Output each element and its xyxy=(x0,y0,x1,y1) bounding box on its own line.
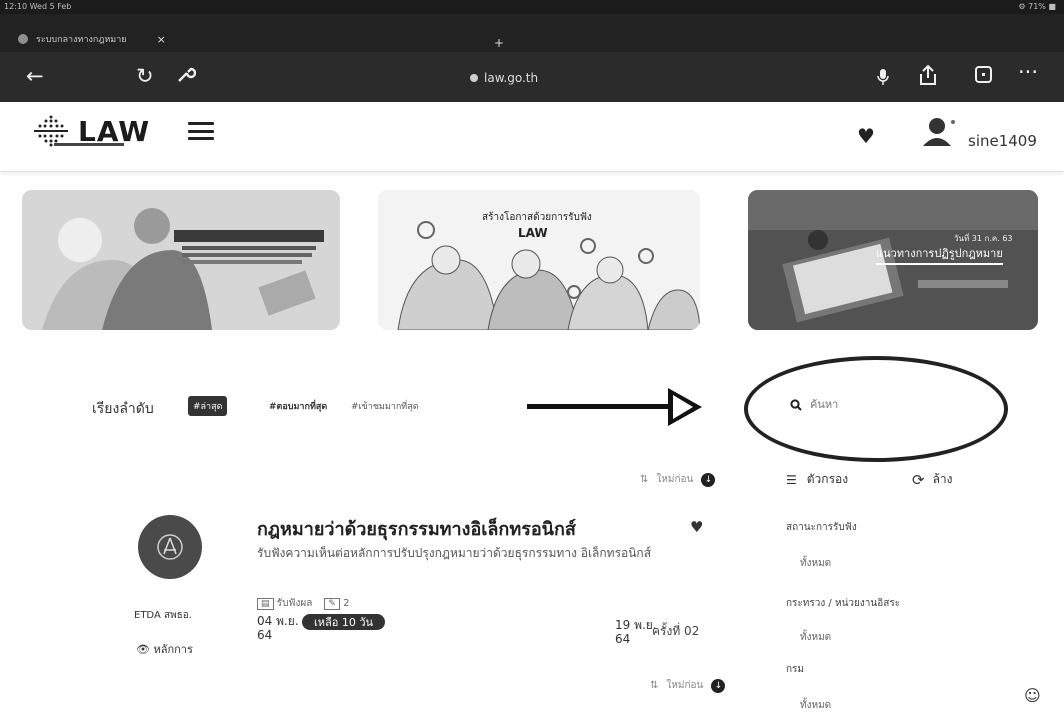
law-meta: ▤ รับฟังผล ✎ 2 xyxy=(257,596,349,611)
browser-tab-bar: ระบบกลางทางกฎหมาย × + xyxy=(0,14,1064,52)
lock-icon xyxy=(470,74,478,82)
sort-order-icon: ⇅ xyxy=(640,474,649,485)
favorite-heart-icon[interactable]: ♥ xyxy=(690,518,703,536)
logo-subtitle-line xyxy=(54,143,124,146)
filter-header[interactable]: ☰ ตัวกรอง xyxy=(786,470,848,489)
filter-lines-icon: ☰ xyxy=(786,472,797,487)
sort-order-toggle[interactable]: ⇅ ใหม่ก่อน ↓ xyxy=(640,472,716,487)
org-logo[interactable] xyxy=(138,515,202,579)
sort-order-label: ใหม่ก่อน xyxy=(656,474,694,485)
search-box[interactable] xyxy=(790,398,960,411)
filter-status-label: สถานะการรับฟัง xyxy=(786,522,857,533)
clear-filter-label: ล้าง xyxy=(932,472,953,486)
filter-ministry-label: กระทรวง / หน่วยงานอิสระ xyxy=(786,598,901,609)
sort-order-label: ใหม่ก่อน xyxy=(666,680,704,691)
banner-left[interactable] xyxy=(22,190,340,330)
sort-order-icon: ⇅ xyxy=(650,680,659,691)
chat-bot-icon[interactable]: ☺ xyxy=(1024,686,1041,705)
start-date: 04 พ.ย. 64 xyxy=(257,614,299,642)
banner-center[interactable]: สร้างโอกาสด้วยการรับฟัง LAW xyxy=(378,190,700,330)
org-name: ETDA สพธอ. xyxy=(134,610,192,621)
sort-option-most-viewed[interactable]: #เข้าชมมากที่สุด xyxy=(346,396,424,416)
law-description: รับฟังความเห็นต่อหลักการปรับปรุงกฎหมายว่… xyxy=(257,546,652,560)
banner-right[interactable]: วันที่ 31 ก.ค. 63 แนวทางการปฏิรูปกฎหมาย xyxy=(748,190,1038,330)
round-label: ครั้งที่ 02 xyxy=(652,624,700,638)
status-time: 12:10 Wed 5 Feb xyxy=(4,2,72,11)
url-bar[interactable]: law.go.th xyxy=(470,68,620,88)
principle-label: หลักการ xyxy=(153,643,193,656)
sort-label: เรียงลำดับ xyxy=(92,401,154,417)
search-input[interactable] xyxy=(810,398,960,411)
tab-title: ระบบกลางทางกฎหมาย xyxy=(36,35,127,45)
sort-option-most-answered[interactable]: #ตอบมากที่สุด xyxy=(264,396,332,416)
filter-department-value[interactable]: ทั้งหมด xyxy=(800,698,831,713)
sort-order-toggle-bottom[interactable]: ⇅ ใหม่ก่อน ↓ xyxy=(650,678,726,693)
new-tab-button[interactable]: + xyxy=(494,36,504,50)
tab-favicon-icon xyxy=(18,34,28,44)
status-bar: 12:10 Wed 5 Feb ⚙ 71% ■ xyxy=(0,0,1064,14)
banner-right-title: แนวทางการปฏิรูปกฎหมาย xyxy=(876,244,1003,265)
user-avatar-icon[interactable] xyxy=(920,116,956,148)
share-icon[interactable] xyxy=(918,64,938,91)
settings-wrench-icon[interactable] xyxy=(176,64,197,89)
filter-department-label: กรม xyxy=(786,664,805,675)
browser-tab[interactable]: ระบบกลางทางกฎหมาย × xyxy=(18,28,258,50)
menu-hamburger-icon[interactable] xyxy=(188,122,214,140)
mic-icon[interactable] xyxy=(876,68,890,94)
eye-icon: 👁︎ xyxy=(136,643,150,656)
annotation-arrow-line xyxy=(527,404,677,409)
banner-center-logo: LAW xyxy=(518,226,548,240)
meta-comments: ✎ 2 xyxy=(324,598,349,610)
meta-views: ▤ รับฟังผล xyxy=(257,596,312,611)
reload-icon[interactable]: ↻ xyxy=(136,64,154,88)
username[interactable]: sine1409 xyxy=(968,132,1037,150)
site-header: LAW ♥ sine1409 xyxy=(0,102,1064,172)
filter-title: ตัวกรอง xyxy=(806,472,849,486)
meta-edit-icon: ✎ xyxy=(324,598,340,610)
annotation-arrow-head xyxy=(668,388,702,426)
law-title[interactable]: กฎหมายว่าด้วยธุรกรรมทางอิเล็กทรอนิกส์ xyxy=(257,514,576,543)
filter-status-value[interactable]: ทั้งหมด xyxy=(800,556,831,571)
browser-nav-bar: ← ↻ law.go.th ··· xyxy=(0,52,1064,102)
org-emblem-icon xyxy=(157,534,183,560)
principle-link[interactable]: 👁︎ หลักการ xyxy=(136,640,193,658)
refresh-icon: ⟳ xyxy=(912,470,925,489)
status-system: ⚙ 71% ■ xyxy=(1018,2,1056,11)
end-date: 19 พ.ย. 64 xyxy=(615,618,657,646)
banner-left-illustration xyxy=(22,190,340,330)
sort-option-latest[interactable]: #ล่าสุด xyxy=(188,396,228,416)
banner-center-title: สร้างโอกาสด้วยการรับฟัง xyxy=(482,212,592,223)
back-icon[interactable]: ← xyxy=(26,64,44,88)
more-icon[interactable]: ··· xyxy=(1018,60,1038,84)
filter-ministry-value[interactable]: ทั้งหมด xyxy=(800,630,831,645)
meta-doc-icon: ▤ xyxy=(257,598,274,610)
url-text: law.go.th xyxy=(484,71,539,85)
search-icon xyxy=(790,398,802,411)
tab-close-icon[interactable]: × xyxy=(157,33,166,46)
download-icon[interactable]: ↓ xyxy=(701,472,716,487)
clear-filter-button[interactable]: ⟳ ล้าง xyxy=(912,470,953,489)
remaining-days-badge: เหลือ 10 วัน xyxy=(302,614,386,630)
download-icon[interactable]: ↓ xyxy=(711,678,726,693)
favorites-heart-icon[interactable]: ♥ xyxy=(857,124,875,148)
tabs-icon[interactable] xyxy=(974,64,994,89)
